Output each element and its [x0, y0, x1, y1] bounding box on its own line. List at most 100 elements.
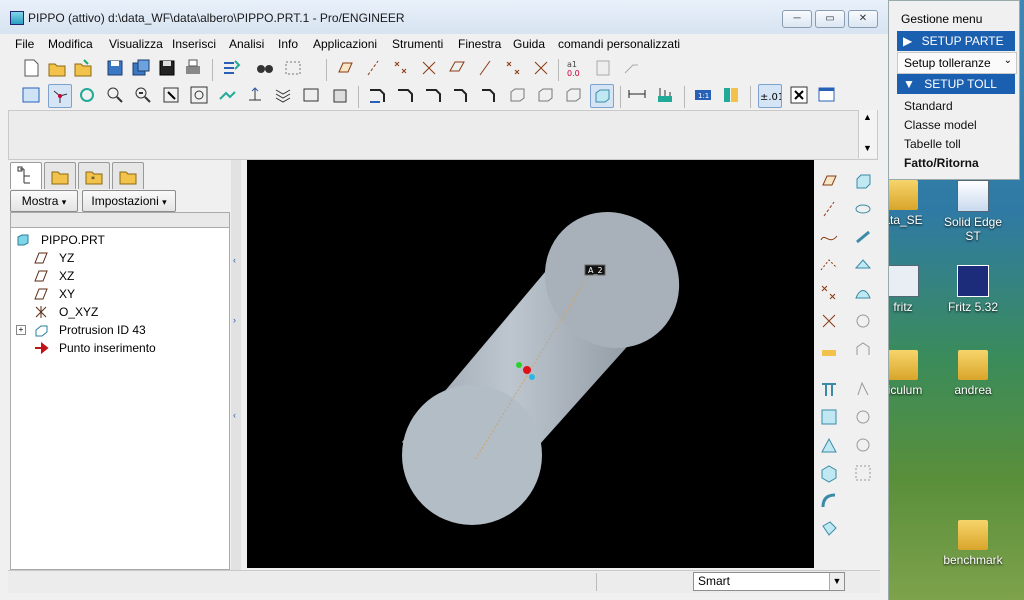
zoom-window-icon[interactable]	[160, 84, 182, 106]
spin-center-icon[interactable]: a1 0.0	[564, 57, 586, 79]
scroll-down-icon[interactable]: ▼	[863, 143, 872, 153]
view-manager-icon[interactable]	[244, 84, 266, 106]
wireframe-icon[interactable]	[422, 84, 444, 106]
csys-tool-icon[interactable]	[818, 310, 840, 332]
menu-item-tolerance-tables[interactable]: Tabelle toll	[904, 137, 961, 151]
save-copy-icon[interactable]	[130, 57, 152, 79]
open-folder-icon[interactable]	[72, 57, 94, 79]
connections-tab[interactable]	[112, 162, 144, 189]
menu-applicazioni[interactable]: Applicazioni	[313, 37, 377, 51]
chevron-down-icon[interactable]: ▼	[829, 573, 844, 590]
menu-custom-commands[interactable]: comandi personalizzati	[558, 37, 680, 51]
datum-axis-display-icon[interactable]	[362, 57, 384, 79]
show-button[interactable]: Mostra ▾	[10, 190, 78, 212]
boundary-blend-tool-icon[interactable]	[852, 282, 874, 304]
setup-toll-header[interactable]: ▼ SETUP TOLL	[897, 74, 1015, 94]
book-icon[interactable]	[720, 84, 742, 106]
relations-icon[interactable]	[620, 57, 642, 79]
save-backup-icon[interactable]	[156, 57, 178, 79]
shading-icon[interactable]	[590, 84, 614, 108]
menu-inserisci[interactable]: Inserisci	[172, 37, 216, 51]
datum-point-2-icon[interactable]	[502, 57, 524, 79]
layers-icon[interactable]	[272, 84, 294, 106]
desktop-icon-andrea[interactable]: andrea	[938, 350, 1008, 397]
save-icon[interactable]	[104, 57, 126, 79]
regenerate-icon[interactable]	[220, 57, 242, 79]
tolerance-setup-dropdown[interactable]: Setup tolleranze ⌄	[897, 52, 1017, 74]
collapse-arrow-icon[interactable]: ‹	[233, 255, 236, 265]
favorites-tab[interactable]: *	[78, 162, 110, 189]
extrude-tool-icon[interactable]	[852, 170, 874, 192]
menu-info[interactable]: Info	[278, 37, 298, 51]
csys-2-icon[interactable]	[530, 57, 552, 79]
new-file-icon[interactable]	[20, 57, 42, 79]
panel-splitter[interactable]: ‹ › ‹	[231, 160, 241, 570]
menu-modifica[interactable]: Modifica	[48, 37, 93, 51]
selection-box-icon[interactable]	[282, 57, 304, 79]
datum-plane-display-icon[interactable]	[334, 57, 356, 79]
repaint-icon[interactable]	[20, 84, 42, 106]
sketch-tool-icon[interactable]	[818, 254, 840, 276]
setup-part-header[interactable]: ▶ SETUP PARTE	[897, 31, 1015, 51]
datum-point-tool-icon[interactable]	[818, 282, 840, 304]
menu-analisi[interactable]: Analisi	[229, 37, 264, 51]
spin-icon[interactable]	[76, 84, 98, 106]
menu-finestra[interactable]: Finestra	[458, 37, 501, 51]
find-icon[interactable]	[254, 57, 276, 79]
datum-axis-tool-icon[interactable]	[818, 198, 840, 220]
open-file-icon[interactable]	[46, 57, 68, 79]
offset-tool-icon[interactable]	[818, 518, 840, 540]
merge-tool-icon[interactable]	[818, 462, 840, 484]
edge-display-2-icon[interactable]	[478, 84, 500, 106]
trim-tool-icon[interactable]	[818, 490, 840, 512]
model-tree-tab[interactable]	[10, 162, 42, 189]
zoom-out-icon[interactable]	[132, 84, 154, 106]
print-icon[interactable]	[182, 57, 204, 79]
display-scale-icon[interactable]: 1:1	[692, 84, 714, 106]
desktop-icon-fritz[interactable]: fritz	[888, 265, 938, 314]
datum-point-display-icon[interactable]	[390, 57, 412, 79]
mirror-tool-icon[interactable]	[852, 434, 874, 456]
graphics-viewport[interactable]: A_2	[247, 160, 814, 568]
message-scrollbar[interactable]: ▲ ▼	[858, 110, 877, 158]
shell-tool-icon[interactable]	[852, 338, 874, 360]
desktop-icon-ata-se[interactable]: ata_SE	[888, 180, 938, 227]
settings-button[interactable]: Impostazioni ▾	[82, 190, 176, 212]
desktop-icon-riculum[interactable]: riculum	[888, 350, 938, 397]
cube-no-hidden-icon[interactable]	[562, 84, 584, 106]
menu-guida[interactable]: Guida	[513, 37, 545, 51]
refit-icon[interactable]	[188, 84, 210, 106]
csys-display-icon[interactable]	[418, 57, 440, 79]
scroll-up-icon[interactable]: ▲	[863, 112, 872, 122]
measure-icon[interactable]	[626, 84, 648, 106]
chamfer-tool-icon[interactable]	[852, 406, 874, 428]
saved-views-icon[interactable]	[216, 84, 238, 106]
expand-icon[interactable]: +	[16, 325, 26, 335]
analysis-icon[interactable]	[654, 84, 676, 106]
expand-arrow-icon[interactable]: ›	[233, 315, 236, 325]
collapse-arrow-icon[interactable]: ‹	[233, 410, 236, 420]
blend-tool-icon[interactable]	[852, 254, 874, 276]
cube-wire-icon[interactable]	[506, 84, 528, 106]
menu-visualizza[interactable]: Visualizza	[109, 37, 163, 51]
model-info-icon[interactable]	[592, 57, 614, 79]
menu-item-class-model[interactable]: Classe model	[904, 118, 977, 132]
menu-item-done-return[interactable]: Fatto/Ritorna	[904, 156, 979, 170]
hole-tool-icon[interactable]	[852, 310, 874, 332]
edge-display-icon[interactable]	[450, 84, 472, 106]
sweep-tool-icon[interactable]	[852, 226, 874, 248]
pattern-tool-icon[interactable]	[818, 434, 840, 456]
desktop-icon-benchmark[interactable]: benchmark	[938, 520, 1008, 567]
rib-tool-icon[interactable]	[818, 378, 840, 400]
tolerance-display-icon[interactable]: ±.01	[758, 84, 782, 108]
desktop-icon-fritz-532[interactable]: Fritz 5.32	[938, 265, 1008, 314]
window-switch-icon[interactable]	[816, 84, 838, 106]
selection-filter-dropdown[interactable]: Smart ▼	[693, 572, 845, 591]
round-tool-icon[interactable]	[818, 406, 840, 428]
maximize-button[interactable]: ▭	[815, 10, 845, 28]
annotation-display-icon[interactable]	[446, 57, 468, 79]
analysis-feature-tool-icon[interactable]	[818, 338, 840, 360]
close-button[interactable]: ✕	[848, 10, 878, 28]
folder-browser-tab[interactable]	[44, 162, 76, 189]
menu-strumenti[interactable]: Strumenti	[392, 37, 443, 51]
